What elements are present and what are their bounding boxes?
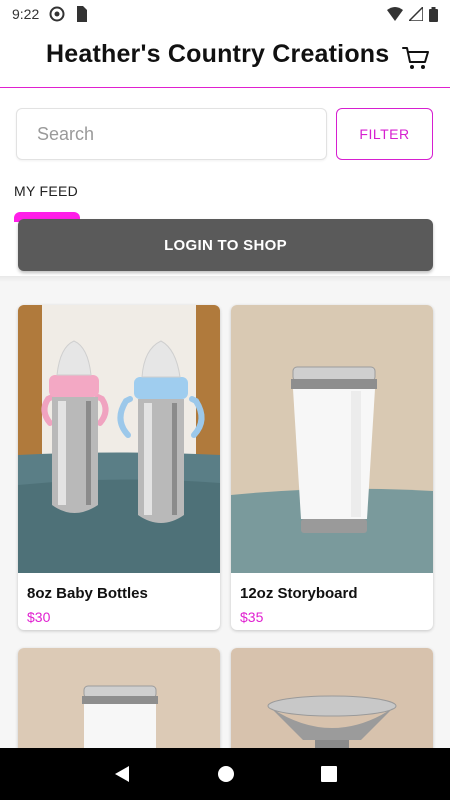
wifi-icon (387, 7, 403, 21)
product-name[interactable]: 12oz Storyboard (240, 585, 358, 602)
product-card[interactable]: 12oz Storyboard $35 (231, 305, 433, 630)
system-navigation-bar (0, 748, 450, 800)
back-icon[interactable] (113, 765, 131, 783)
app-header: Heather's Country Creations (0, 28, 450, 88)
shopping-cart-icon[interactable] (402, 44, 430, 72)
status-time: 9:22 (12, 6, 40, 22)
notification-icon (49, 6, 65, 22)
login-to-shop-button[interactable]: LOGIN TO SHOP (18, 219, 433, 271)
search-input[interactable] (16, 108, 327, 160)
product-name[interactable]: 8oz Baby Bottles (27, 585, 148, 602)
battery-icon (429, 6, 438, 22)
filter-button[interactable]: FILTER (336, 108, 433, 160)
store-title: Heather's Country Creations (46, 40, 390, 68)
cell-signal-icon (409, 7, 423, 21)
sim-card-icon (77, 6, 88, 22)
recents-icon[interactable] (321, 766, 337, 782)
product-image[interactable] (18, 305, 220, 573)
product-card[interactable]: 8oz Baby Bottles $30 (18, 305, 220, 630)
product-price: $30 (27, 609, 51, 625)
product-price: $35 (240, 609, 264, 625)
app-screen: 9:22 Heather's Country Creations Search … (0, 0, 450, 800)
home-icon[interactable] (217, 765, 235, 783)
product-image[interactable] (231, 305, 433, 573)
status-bar: 9:22 (0, 0, 450, 28)
my-feed-label: MY FEED (14, 183, 79, 199)
